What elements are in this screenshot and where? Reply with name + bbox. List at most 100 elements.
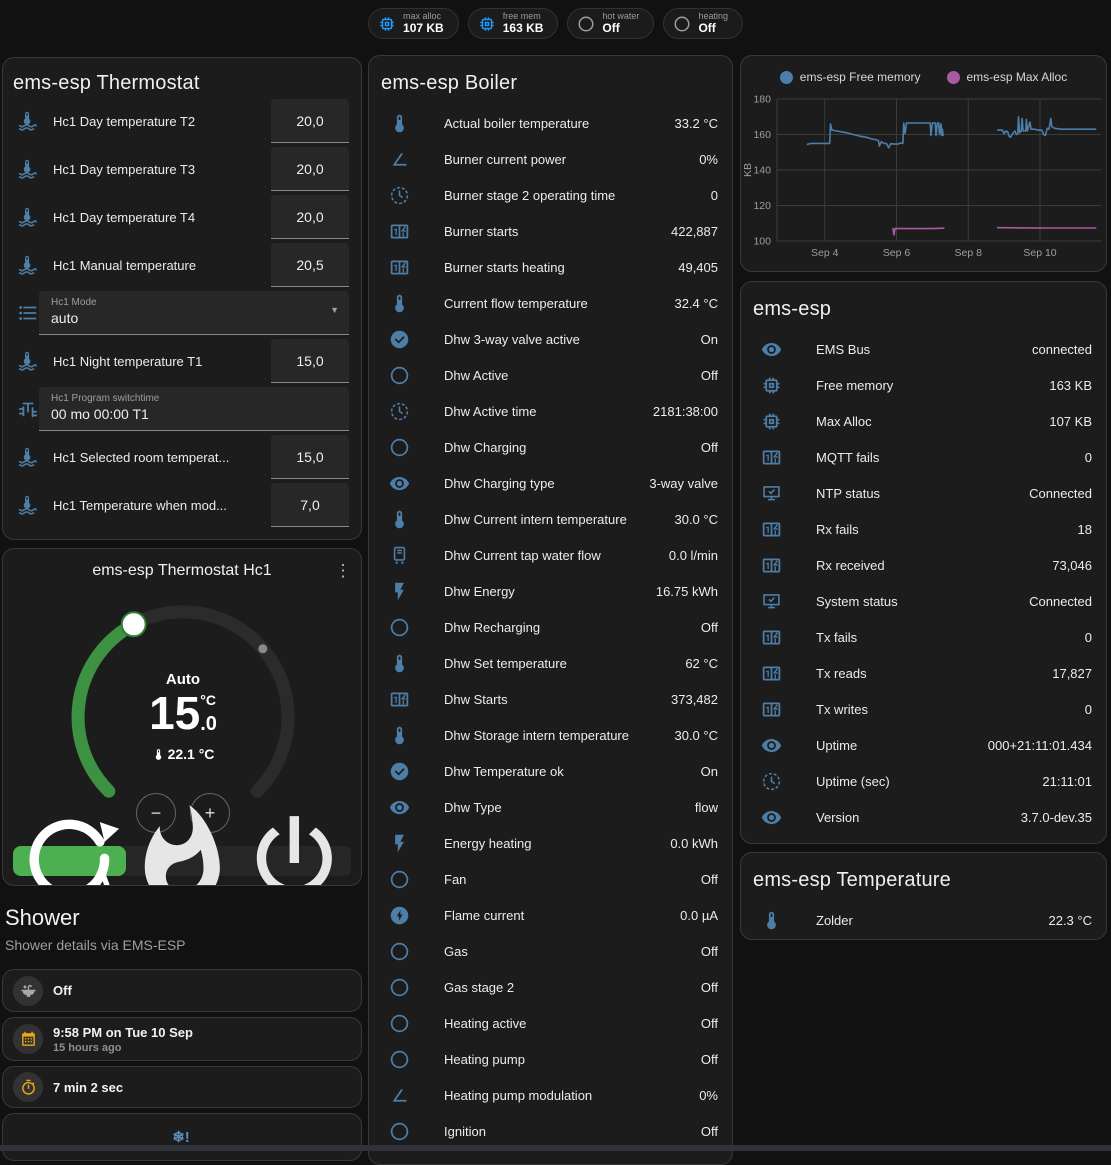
entity-label: MQTT fails: [816, 450, 1075, 465]
entity-label: Tx fails: [816, 630, 1075, 645]
entity-row[interactable]: Dhw Starts373,482: [369, 681, 732, 717]
mode-select[interactable]: Hc1 Modeauto▼: [39, 291, 349, 335]
entity-value: Connected: [1029, 594, 1092, 609]
entity-value: 0%: [699, 1088, 718, 1103]
entity-row[interactable]: Burner current power0%: [369, 141, 732, 177]
mode-auto-button[interactable]: A: [13, 846, 126, 876]
entity-row[interactable]: Burner starts heating49,405: [369, 249, 732, 285]
more-options-icon[interactable]: ⋮: [333, 561, 353, 581]
entity-row[interactable]: Actual boiler temperature33.2 °C: [369, 105, 732, 141]
number-input[interactable]: 20,0: [271, 195, 349, 239]
header-badges: max alloc107 KB free mem163 KB hot waterOf…: [0, 8, 1111, 39]
entity-row[interactable]: Dhw Charging type3-way valve: [369, 465, 732, 501]
bottom-scrollbar[interactable]: [0, 1145, 1111, 1151]
shower-card-value: Off: [53, 983, 72, 998]
entity-value: Off: [701, 872, 718, 887]
y-tick-label: 140: [753, 165, 771, 177]
entity-value: 30.0 °C: [674, 728, 718, 743]
number-input[interactable]: 7,0: [271, 483, 349, 527]
entity-row[interactable]: Heating pump modulation0%: [369, 1077, 732, 1113]
entity-row[interactable]: Tx writes0: [741, 691, 1106, 727]
entity-row[interactable]: Dhw Typeflow: [369, 789, 732, 825]
entity-row[interactable]: Gas stage 2Off: [369, 969, 732, 1005]
dial-readout: Auto 15 °C .0 22.1 °C: [3, 585, 362, 762]
entity-row[interactable]: Version3.7.0-dev.35: [741, 799, 1106, 835]
entity-row[interactable]: Dhw Set temperature62 °C: [369, 645, 732, 681]
entity-row[interactable]: FanOff: [369, 861, 732, 897]
number-input[interactable]: 15,0: [271, 339, 349, 383]
circle-icon: [577, 15, 595, 33]
chevron-down-icon: ▼: [330, 305, 339, 315]
y-tick-label: 100: [753, 236, 771, 248]
entity-row[interactable]: Dhw Storage intern temperature30.0 °C: [369, 717, 732, 753]
counter-icon: [761, 663, 782, 684]
entity-label: Dhw Active time: [444, 404, 643, 419]
bathtub-icon: [13, 976, 43, 1006]
entity-row[interactable]: Dhw Temperature okOn: [369, 753, 732, 789]
series-line: [893, 228, 944, 235]
setting-label: Hc1 Manual temperature: [53, 258, 271, 273]
entity-value: 49,405: [678, 260, 718, 275]
entity-row[interactable]: Tx fails0: [741, 619, 1106, 655]
boiler-card: ems-esp Boiler Actual boiler temperature…: [368, 55, 733, 1165]
entity-label: Heating pump: [444, 1052, 691, 1067]
entity-row[interactable]: MQTT fails0: [741, 439, 1106, 475]
mode-heat-button[interactable]: [126, 846, 239, 876]
entity-row[interactable]: Burner stage 2 operating time0: [369, 177, 732, 213]
entity-row[interactable]: Energy heating0.0 kWh: [369, 825, 732, 861]
shower-card[interactable]: 7 min 2 sec: [2, 1066, 362, 1108]
entity-row[interactable]: Dhw Current intern temperature30.0 °C: [369, 501, 732, 537]
entity-row[interactable]: NTP statusConnected: [741, 475, 1106, 511]
entity-row[interactable]: Uptime000+21:11:01.434: [741, 727, 1106, 763]
entity-row[interactable]: Dhw Energy16.75 kWh: [369, 573, 732, 609]
entity-row[interactable]: Burner starts422,887: [369, 213, 732, 249]
number-input[interactable]: 20,5: [271, 243, 349, 287]
entity-value: Off: [701, 440, 718, 455]
memory-chart-card: ems-esp Free memoryems-esp Max Alloc 100…: [740, 55, 1107, 272]
shower-card[interactable]: Off: [2, 969, 362, 1012]
entity-row[interactable]: EMS Busconnected: [741, 331, 1106, 367]
entity-row[interactable]: Uptime (sec)21:11:01: [741, 763, 1106, 799]
entity-row[interactable]: GasOff: [369, 933, 732, 969]
entity-label: Dhw Charging type: [444, 476, 639, 491]
entity-row[interactable]: Dhw ChargingOff: [369, 429, 732, 465]
status-pill-max-alloc[interactable]: max alloc107 KB: [368, 8, 459, 39]
entity-row[interactable]: Flame current0.0 µA: [369, 897, 732, 933]
entity-row[interactable]: Tx reads17,827: [741, 655, 1106, 691]
circle-icon: [389, 941, 410, 962]
number-input[interactable]: 20,0: [271, 147, 349, 191]
entity-value: Off: [701, 1016, 718, 1031]
entity-row[interactable]: Dhw 3-way valve activeOn: [369, 321, 732, 357]
number-input[interactable]: 20,0: [271, 99, 349, 143]
entity-row[interactable]: System statusConnected: [741, 583, 1106, 619]
text-input[interactable]: Hc1 Program switchtime00 mo 00:00 T1: [39, 387, 349, 431]
shower-card[interactable]: ❄!: [2, 1113, 362, 1161]
entity-value: 373,482: [671, 692, 718, 707]
entity-row[interactable]: Rx fails18: [741, 511, 1106, 547]
entity-row[interactable]: Max Alloc107 KB: [741, 403, 1106, 439]
mode-off-button[interactable]: [238, 846, 351, 876]
entity-row[interactable]: Dhw RechargingOff: [369, 609, 732, 645]
entity-value: Off: [701, 980, 718, 995]
status-pill-hot-water[interactable]: hot waterOff: [567, 8, 654, 39]
circle-icon: [389, 1049, 410, 1070]
entity-row[interactable]: Rx received73,046: [741, 547, 1106, 583]
entity-row[interactable]: Heating activeOff: [369, 1005, 732, 1041]
entity-row[interactable]: Free memory163 KB: [741, 367, 1106, 403]
entity-row[interactable]: Zolder22.3 °C: [741, 902, 1106, 938]
memory-history-chart: 100120140160180Sep 4Sep 6Sep 8Sep 10KB: [741, 56, 1107, 272]
thermometer-icon: [389, 725, 410, 746]
status-pill-heating[interactable]: heatingOff: [663, 8, 743, 39]
shower-card[interactable]: 9:58 PM on Tue 10 Sep15 hours ago: [2, 1017, 362, 1061]
calendar-icon: [13, 1024, 43, 1054]
entity-row[interactable]: Heating pumpOff: [369, 1041, 732, 1077]
hvac-mode-label: Auto: [3, 671, 362, 688]
entity-label: Tx reads: [816, 666, 1042, 681]
status-pill-free-mem[interactable]: free mem163 KB: [468, 8, 559, 39]
entity-row[interactable]: Dhw Current tap water flow0.0 l/min: [369, 537, 732, 573]
entity-row[interactable]: IgnitionOff: [369, 1113, 732, 1149]
entity-row[interactable]: Dhw ActiveOff: [369, 357, 732, 393]
entity-row[interactable]: Current flow temperature32.4 °C: [369, 285, 732, 321]
number-input[interactable]: 15,0: [271, 435, 349, 479]
entity-row[interactable]: Dhw Active time2181:38:00: [369, 393, 732, 429]
